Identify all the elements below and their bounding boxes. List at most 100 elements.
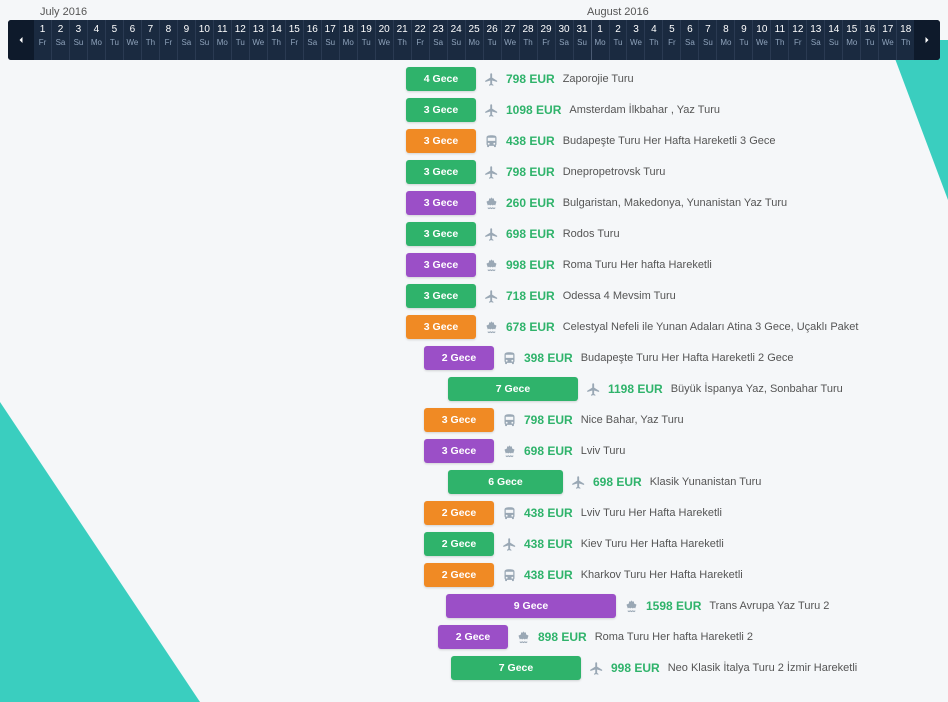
tour-row[interactable]: 3 Gece798 EURDnepropetrovsk Turu — [36, 159, 912, 185]
tour-nights-badge: 2 Gece — [424, 532, 494, 556]
tour-title: Trans Avrupa Yaz Turu 2 — [709, 600, 829, 612]
tour-row[interactable]: 3 Gece260 EURBulgaristan, Makedonya, Yun… — [36, 190, 912, 216]
calendar-day[interactable]: 18Mo — [340, 20, 358, 60]
calendar-day[interactable]: 17Su — [322, 20, 340, 60]
calendar-day[interactable]: 27We — [502, 20, 520, 60]
calendar-day[interactable]: 16Sa — [304, 20, 322, 60]
calendar-day[interactable]: 4Th — [645, 20, 663, 60]
plane-icon — [482, 72, 500, 87]
calendar-day[interactable]: 9Sa — [178, 20, 196, 60]
tour-price: 718 EUR — [506, 289, 555, 303]
calendar-day[interactable]: 8Mo — [717, 20, 735, 60]
plane-icon — [587, 661, 605, 676]
bus-icon — [500, 506, 518, 521]
calendar-day[interactable]: 25Mo — [466, 20, 484, 60]
tour-title: Lviv Turu — [581, 445, 626, 457]
tour-row[interactable]: 2 Gece398 EURBudapeşte Turu Her Hafta Ha… — [36, 345, 912, 371]
calendar-day[interactable]: 10We — [753, 20, 771, 60]
tour-nights-badge: 3 Gece — [406, 129, 476, 153]
plane-icon — [584, 382, 602, 397]
calendar-day[interactable]: 6Sa — [681, 20, 699, 60]
calendar-day[interactable]: 6We — [124, 20, 142, 60]
tour-nights-badge: 2 Gece — [438, 625, 508, 649]
tour-row[interactable]: 2 Gece438 EURKharkov Turu Her Hafta Hare… — [36, 562, 912, 588]
tour-row[interactable]: 4 Gece798 EURZaporojie Turu — [36, 66, 912, 92]
tour-offset — [36, 190, 406, 216]
calendar-day[interactable]: 24Su — [448, 20, 466, 60]
calendar-day[interactable]: 11Th — [771, 20, 789, 60]
calendar-day[interactable]: 4Mo — [88, 20, 106, 60]
calendar-day[interactable]: 18Th — [897, 20, 914, 60]
tour-row[interactable]: 2 Gece438 EURKiev Turu Her Hafta Hareket… — [36, 531, 912, 557]
calendar-day[interactable]: 1Fr — [34, 20, 52, 60]
calendar-day[interactable]: 5Tu — [106, 20, 124, 60]
calendar-day[interactable]: 7Su — [699, 20, 717, 60]
tour-row[interactable]: 3 Gece1098 EURAmsterdam İlkbahar , Yaz T… — [36, 97, 912, 123]
tour-price: 798 EUR — [524, 413, 573, 427]
calendar-day[interactable]: 13We — [250, 20, 268, 60]
tour-row[interactable]: 3 Gece998 EURRoma Turu Her hafta Hareket… — [36, 252, 912, 278]
ship-icon — [482, 320, 500, 335]
calendar-prev-button[interactable] — [8, 20, 34, 60]
tour-row[interactable]: 7 Gece1198 EURBüyük İspanya Yaz, Sonbaha… — [36, 376, 912, 402]
calendar-day[interactable]: 20We — [376, 20, 394, 60]
tour-offset — [36, 283, 406, 309]
calendar-day[interactable]: 5Fr — [663, 20, 681, 60]
tour-row[interactable]: 9 Gece1598 EURTrans Avrupa Yaz Turu 2 — [36, 593, 912, 619]
calendar-day[interactable]: 3We — [627, 20, 645, 60]
calendar-day[interactable]: 28Th — [520, 20, 538, 60]
calendar-day[interactable]: 19Tu — [358, 20, 376, 60]
tour-title: Bulgaristan, Makedonya, Yunanistan Yaz T… — [563, 197, 787, 209]
tour-price: 438 EUR — [506, 134, 555, 148]
tour-price: 438 EUR — [524, 568, 573, 582]
calendar-day[interactable]: 2Sa — [52, 20, 70, 60]
calendar-day[interactable]: 14Th — [268, 20, 286, 60]
calendar-day[interactable]: 12Tu — [232, 20, 250, 60]
calendar-day[interactable]: 10Su — [196, 20, 214, 60]
calendar-day[interactable]: 13Sa — [807, 20, 825, 60]
calendar-day[interactable]: 3Su — [70, 20, 88, 60]
tour-row[interactable]: 3 Gece678 EURCelestyal Nefeli ile Yunan … — [36, 314, 912, 340]
tour-offset — [36, 345, 424, 371]
calendar-day[interactable]: 15Mo — [843, 20, 861, 60]
calendar-day[interactable]: 16Tu — [861, 20, 879, 60]
tour-row[interactable]: 3 Gece 438 EUR Budapeşte Turu Her Hafta Ha… — [36, 128, 912, 154]
calendar-day[interactable]: 2Tu — [610, 20, 628, 60]
tour-title: Büyük İspanya Yaz, Sonbahar Turu — [671, 383, 843, 395]
tour-row[interactable]: 3 Gece718 EUROdessa 4 Mevsim Turu — [36, 283, 912, 309]
calendar-day[interactable]: 22Fr — [412, 20, 430, 60]
tour-offset — [36, 624, 438, 650]
tour-row[interactable]: 7 Gece998 EURNeo Klasik İtalya Turu 2 İz… — [36, 655, 912, 681]
tour-offset — [36, 376, 448, 402]
calendar-day[interactable]: 9Tu — [735, 20, 753, 60]
calendar-day[interactable]: 26Tu — [484, 20, 502, 60]
ship-icon — [622, 599, 640, 614]
tour-nights-badge: 3 Gece — [406, 284, 476, 308]
tour-row[interactable]: 6 Gece698 EURKlasik Yunanistan Turu — [36, 469, 912, 495]
calendar-day[interactable]: 1Mo — [592, 20, 610, 60]
calendar-day[interactable]: 31Su — [574, 20, 592, 60]
calendar-day[interactable]: 29Fr — [538, 20, 556, 60]
tour-row[interactable]: 2 Gece438 EURLviv Turu Her Hafta Hareket… — [36, 500, 912, 526]
tour-price: 998 EUR — [506, 258, 555, 272]
ship-icon — [514, 630, 532, 645]
bus-icon — [482, 134, 500, 149]
calendar-next-button[interactable] — [914, 20, 940, 60]
calendar-day[interactable]: 23Sa — [430, 20, 448, 60]
tour-row[interactable]: 3 Gece698 EURRodos Turu — [36, 221, 912, 247]
calendar-day[interactable]: 30Sa — [556, 20, 574, 60]
calendar-day[interactable]: 17We — [879, 20, 897, 60]
calendar-day[interactable]: 7Th — [142, 20, 160, 60]
tour-row[interactable]: 3 Gece798 EURNice Bahar, Yaz Turu — [36, 407, 912, 433]
tour-title: Budapeşte Turu Her Hafta Hareketli 3 Gec… — [563, 135, 776, 147]
month-labels: July 2016 August 2016 — [8, 0, 940, 20]
tour-offset — [36, 655, 451, 681]
calendar-day[interactable]: 8Fr — [160, 20, 178, 60]
tour-row[interactable]: 2 Gece898 EURRoma Turu Her hafta Hareket… — [36, 624, 912, 650]
calendar-day[interactable]: 21Th — [394, 20, 412, 60]
calendar-day[interactable]: 12Fr — [789, 20, 807, 60]
calendar-day[interactable]: 15Fr — [286, 20, 304, 60]
tour-row[interactable]: 3 Gece698 EURLviv Turu — [36, 438, 912, 464]
calendar-day[interactable]: 14Su — [825, 20, 843, 60]
calendar-day[interactable]: 11Mo — [214, 20, 232, 60]
